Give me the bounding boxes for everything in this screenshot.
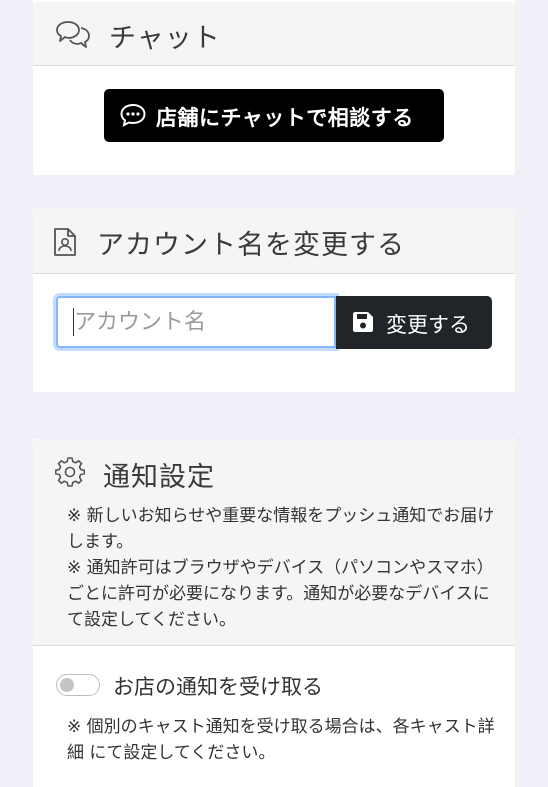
id-card-file-icon [54,228,76,256]
account-name-input[interactable] [56,296,336,348]
notification-section-header: 通知設定 ※ 新しいお知らせや重要な情報をプッシュ通知でお届けします。 ※ 通知… [33,439,515,646]
toggle-knob [60,678,74,692]
store-notification-toggle[interactable] [56,674,100,696]
notification-note-line: ※ 新しいお知らせや重要な情報をプッシュ通知でお届けします。 [67,506,495,552]
chat-section-header: チャット [33,2,515,66]
store-notification-label[interactable]: お店の通知を受け取る [113,671,323,701]
chat-bubbles-icon [56,21,90,48]
floppy-disk-icon [353,312,373,332]
chat-section-title: チャット [109,23,221,54]
chat-button-label: 店舗にチャットで相談する [156,106,414,130]
account-section-title: アカウント名を変更する [97,230,405,261]
notification-note-line: ※ 通知許可はブラウザやデバイス（パソコンやスマホ）ごとに許可が必要になります。… [67,558,494,630]
chat-with-store-button[interactable]: 店舗にチャットで相談する [104,89,444,142]
cast-notification-note: ※ 個別のキャスト通知を受け取る場合は、各キャスト詳細 にて設定してください。 [67,717,495,763]
comment-dots-icon [120,103,146,127]
section-gap [33,175,515,209]
account-section-header: アカウント名を変更する [33,209,515,274]
gear-icon [55,457,85,487]
change-button-label: 変更する [386,313,470,337]
settings-column: チャット 店舗にチャットで相談する アカウント名を変更する 変更する [33,0,515,787]
change-account-name-button[interactable]: 変更する [336,296,492,349]
notification-section-title: 通知設定 [103,462,215,493]
text-caret [73,308,74,336]
section-gap [33,392,515,439]
notification-description: ※ 新しいお知らせや重要な情報をプッシュ通知でお届けします。 ※ 通知許可はブラ… [67,503,497,633]
